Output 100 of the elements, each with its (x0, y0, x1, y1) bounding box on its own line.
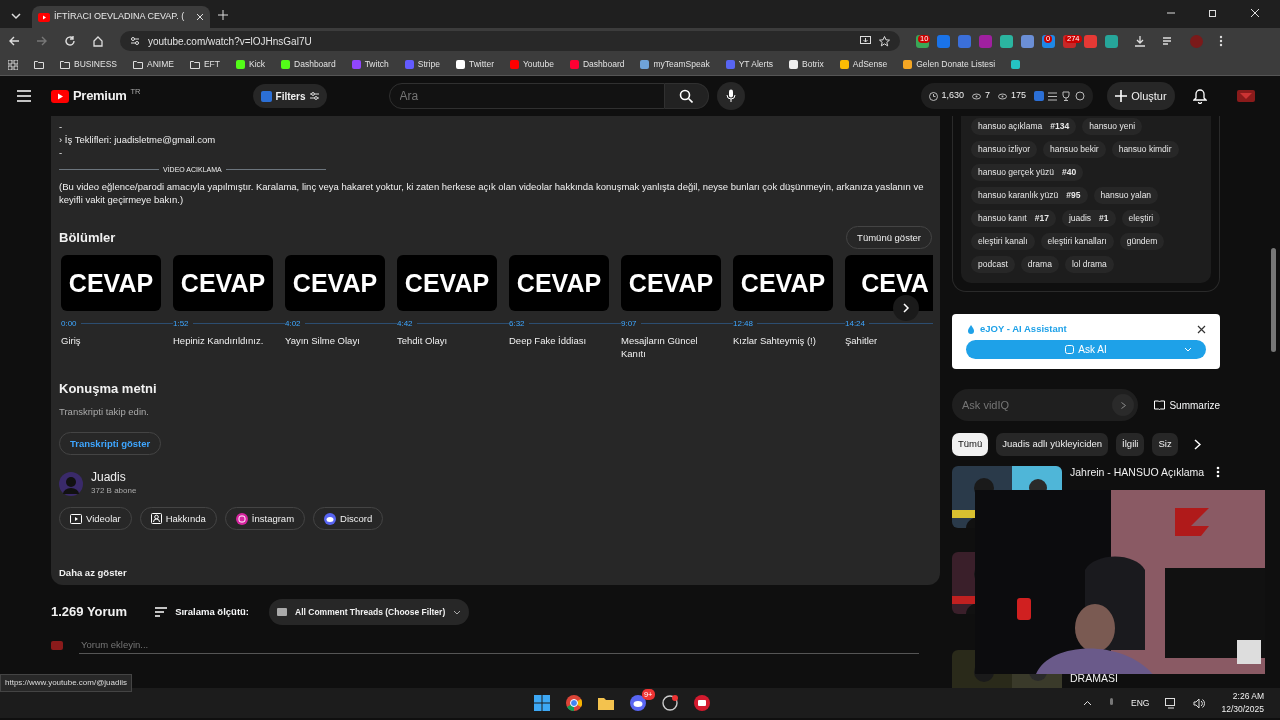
back-icon[interactable] (8, 35, 20, 47)
folder-icon[interactable] (34, 60, 44, 69)
send-icon[interactable] (1120, 401, 1126, 409)
tag-chip[interactable]: hansuo açıklama #134 (971, 118, 1077, 135)
avatar-icon[interactable] (1236, 90, 1255, 102)
tag-chip[interactable]: drama (1020, 256, 1059, 273)
bookmark[interactable]: ANIME (133, 58, 174, 71)
new-tab-icon[interactable] (218, 10, 228, 20)
extension-icon[interactable] (1021, 35, 1034, 49)
chat-icon[interactable] (1075, 91, 1086, 101)
reload-icon[interactable] (64, 35, 76, 47)
chapter-item[interactable]: CEVAP 12:48 Kızlar Sahteymiş (!) (733, 255, 845, 360)
tag-chip[interactable]: hansuo karanlık yüzü #95 (971, 187, 1088, 204)
ask-field[interactable]: Ask vidIQ (952, 389, 1139, 422)
extension-icon[interactable] (1084, 35, 1097, 49)
bookmark[interactable] (1011, 60, 1021, 69)
download-icon[interactable] (1134, 35, 1146, 47)
network-icon[interactable] (1165, 697, 1178, 709)
filter-chip[interactable]: Tümü (952, 433, 989, 456)
volume-icon[interactable] (1193, 697, 1206, 709)
restore-icon[interactable] (1208, 8, 1218, 18)
tag-chip[interactable]: hansuo yeni (1082, 118, 1143, 135)
chrome-icon[interactable] (565, 695, 582, 711)
close-icon[interactable] (1197, 324, 1206, 334)
extension-icon[interactable] (1000, 35, 1013, 49)
next-button[interactable] (893, 295, 919, 321)
bookmark[interactable]: Youtube (510, 58, 554, 71)
tag-chip[interactable]: hansuo kimdir (1111, 141, 1179, 158)
forward-icon[interactable] (36, 35, 48, 47)
bookmark[interactable]: YT Alerts (725, 58, 773, 71)
home-icon[interactable] (92, 35, 104, 47)
tag-chip[interactable]: eleştiri kanalları (1040, 233, 1114, 250)
bookmark[interactable]: Botrix (789, 58, 824, 71)
language-indicator[interactable]: ENG (1131, 696, 1150, 710)
star-icon[interactable] (879, 35, 890, 47)
more-icon[interactable] (1216, 465, 1220, 478)
menu-icon[interactable] (17, 90, 31, 102)
folder-icon[interactable] (597, 696, 614, 710)
tag-chip[interactable]: hansuo yalan (1093, 187, 1159, 204)
tag-chip[interactable]: hansuo bekir (1043, 141, 1106, 158)
vidiq-icon[interactable] (1034, 91, 1045, 101)
start-icon[interactable] (533, 695, 550, 711)
chevron-up-icon[interactable] (1083, 700, 1093, 706)
youtube-logo-icon[interactable] (51, 89, 69, 103)
bookmark[interactable]: myTeamSpeak (640, 58, 710, 71)
logo-text[interactable]: Premium (73, 86, 127, 106)
tag-chip[interactable]: podcast (971, 256, 1015, 273)
bookmark[interactable]: Gelen Donate Listesi (903, 58, 996, 71)
bookmark[interactable]: Dashboard (281, 58, 336, 71)
browser-tab[interactable]: İFTİRACI OEVLADINA CEVAP. ( (32, 6, 210, 28)
create-button[interactable]: Oluştur (1107, 82, 1175, 110)
show-less-link[interactable]: Daha az göster (59, 566, 127, 579)
summarize-button[interactable]: Summarize (1154, 397, 1220, 413)
sort-button[interactable]: Sıralama ölçütü: (149, 603, 256, 621)
bookmark[interactable]: AdSense (839, 58, 888, 71)
video-title[interactable]: Jahrein - HANSUO Açıklama (1070, 465, 1205, 479)
scrollbar-thumb[interactable] (1271, 248, 1276, 352)
tag-chip[interactable]: hansuo izliyor (971, 141, 1037, 158)
channel-name[interactable]: Juadis (91, 471, 137, 484)
tag-chip[interactable]: hansuo gerçek yüzü #40 (971, 164, 1084, 181)
search-field[interactable]: Ara (388, 83, 665, 109)
clock-time[interactable]: 2:26 AM (1221, 690, 1264, 703)
ask-input[interactable]: Ask vidIQ (960, 396, 1113, 415)
chapter-item[interactable]: CEVAP 1:52 Hepiniz Kandırıldınız. (173, 255, 285, 360)
bookmark[interactable]: Kick (236, 58, 266, 71)
bookmark[interactable]: EFT (189, 58, 220, 71)
address-bar[interactable]: youtube.com/watch?v=lOJHnsGal7U (120, 31, 900, 51)
media-icon[interactable] (1162, 35, 1174, 47)
comment-filter-dropdown[interactable]: All Comment Threads (Choose Filter) (269, 599, 470, 625)
video-title[interactable]: DRAMASI (1070, 671, 1118, 685)
tag-chip[interactable]: eleştiri (1121, 210, 1161, 227)
list-icon[interactable] (1048, 91, 1058, 101)
tag-chip[interactable]: juadis #1 (1061, 210, 1116, 227)
chapter-item[interactable]: CEVAP 4:42 Tehdit Olayı (397, 255, 509, 360)
filter-chip[interactable]: İlgili (1116, 433, 1145, 456)
apps-icon[interactable] (8, 59, 18, 70)
bookmark[interactable]: Twitter (455, 58, 494, 71)
bookmark[interactable]: BUSINESS (60, 58, 117, 71)
filters-button[interactable]: Filters (252, 84, 327, 108)
menu-icon[interactable] (1219, 35, 1223, 47)
tag-chip[interactable]: lol drama (1064, 256, 1114, 273)
tag-chip[interactable]: eleştiri kanalı (971, 233, 1035, 250)
filter-chip[interactable]: Juadis adlı yükleyiciden (996, 433, 1109, 456)
chapter-item[interactable]: CEVAP 9:07 Mesajların Güncel Kanıtı (621, 255, 733, 360)
app-icon[interactable] (661, 695, 678, 711)
chapter-item[interactable]: CEVAP 4:02 Yayın Silme Olayı (285, 255, 397, 360)
search-button[interactable] (664, 83, 709, 109)
chevron-right-icon[interactable] (1194, 438, 1201, 450)
bookmark[interactable]: Twitch (351, 58, 389, 71)
tag-chip[interactable]: gündem (1119, 233, 1165, 250)
clock-date[interactable]: 12/30/2025 (1221, 703, 1264, 716)
trophy-icon[interactable] (1061, 91, 1072, 101)
bookmark[interactable]: Stripe (404, 58, 440, 71)
app-icon[interactable] (693, 695, 710, 711)
chapter-item[interactable]: CEVAP 6:32 Deep Fake İddiası (509, 255, 621, 360)
extension-icon[interactable] (1105, 35, 1118, 49)
notification-icon[interactable] (1192, 88, 1207, 104)
extension-icon[interactable] (937, 35, 950, 49)
tag-chip[interactable]: hansuo kanıt #17 (971, 210, 1056, 227)
comment-field[interactable]: Yorum ekleyin... (79, 637, 919, 655)
